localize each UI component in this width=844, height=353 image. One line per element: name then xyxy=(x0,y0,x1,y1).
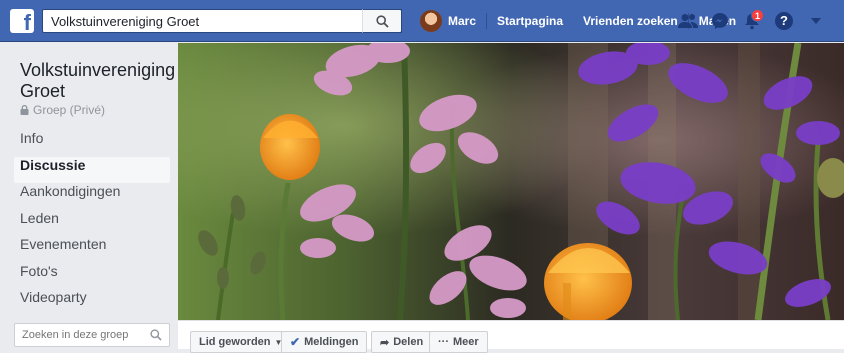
more-dots-icon: ··· xyxy=(438,336,449,348)
profile-name: Marc xyxy=(448,14,477,28)
group-privacy: Groep (Privé) xyxy=(20,103,105,117)
cover-photo xyxy=(178,43,844,320)
menu-item-announcements[interactable]: Aankondigingen xyxy=(14,183,170,209)
notifications-icon[interactable]: 1 xyxy=(740,9,764,33)
search-icon xyxy=(376,15,389,28)
help-button[interactable]: ? xyxy=(772,9,796,33)
lock-icon xyxy=(20,105,29,115)
nav-home-link[interactable]: Startpagina xyxy=(487,9,573,33)
group-privacy-label: Groep (Privé) xyxy=(33,103,106,117)
group-sidebar: Volkstuinvereniging Groet Groep (Privé) … xyxy=(0,42,178,349)
share-button[interactable]: ➦ Delen xyxy=(371,331,433,353)
nav-find-friends-link[interactable]: Vrienden zoeken xyxy=(573,9,688,33)
top-icons: 1 ? xyxy=(676,0,828,42)
check-icon: ✔ xyxy=(290,335,301,349)
friend-requests-icon[interactable] xyxy=(676,9,700,33)
notifications-label: Meldingen xyxy=(304,336,359,348)
notification-badge: 1 xyxy=(751,9,764,22)
search-button[interactable] xyxy=(362,9,402,33)
global-search-box xyxy=(42,9,402,33)
facebook-logo[interactable]: f xyxy=(10,9,34,35)
joined-label: Lid geworden xyxy=(199,336,271,348)
messenger-icon[interactable] xyxy=(708,9,732,33)
group-menu: Info Discussie Aankondigingen Leden Even… xyxy=(14,130,170,316)
group-search-box xyxy=(14,323,170,347)
group-title[interactable]: Volkstuinvereniging Groet xyxy=(20,60,175,102)
menu-item-watch-party[interactable]: Videoparty xyxy=(14,289,170,315)
group-action-bar: Lid geworden ▼ ✔ Meldingen ➦ Delen ··· M… xyxy=(178,320,844,353)
share-icon: ➦ xyxy=(380,336,390,349)
chevron-down-icon xyxy=(811,18,821,24)
cover-flowers-image xyxy=(178,43,844,320)
share-label: Delen xyxy=(393,336,424,348)
avatar xyxy=(420,10,442,32)
menu-item-members[interactable]: Leden xyxy=(14,210,170,236)
profile-link[interactable]: Marc xyxy=(410,9,486,33)
notifications-button[interactable]: ✔ Meldingen xyxy=(281,331,368,353)
search-icon[interactable] xyxy=(150,329,162,341)
account-menu-button[interactable] xyxy=(804,9,828,33)
more-label: Meer xyxy=(453,336,479,348)
more-button[interactable]: ··· Meer xyxy=(429,331,488,353)
joined-button[interactable]: Lid geworden ▼ xyxy=(190,331,292,353)
help-icon: ? xyxy=(775,12,793,30)
menu-item-photos[interactable]: Foto's xyxy=(14,263,170,289)
menu-item-info[interactable]: Info xyxy=(14,130,170,156)
group-search-input[interactable] xyxy=(15,324,140,346)
global-search-input[interactable] xyxy=(43,10,358,32)
menu-item-events[interactable]: Evenementen xyxy=(14,236,170,262)
top-navigation-bar: f Marc Startpagina Vrienden zoeken Maken… xyxy=(0,0,844,42)
menu-item-discussion[interactable]: Discussie xyxy=(14,156,170,183)
